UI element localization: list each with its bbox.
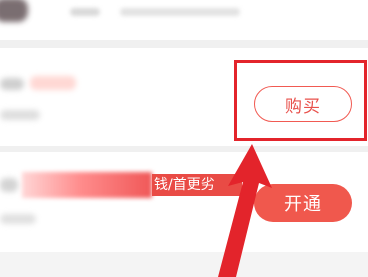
promo-tag: 钱/首更劣: [152, 174, 242, 196]
bottom-spacer: [0, 252, 368, 277]
blurred-text: [0, 214, 36, 224]
blurred-text: [120, 8, 240, 16]
blurred-text: [0, 78, 24, 90]
blurred-badge: [30, 76, 76, 90]
page: 购买 钱/首更劣 开通: [0, 0, 368, 277]
highlight-box: [234, 60, 367, 141]
blurred-text: [70, 8, 100, 16]
divider: [0, 40, 368, 48]
blurred-text: [0, 110, 40, 120]
blurred-text: [0, 178, 18, 192]
promo-banner: [22, 172, 152, 198]
top-user-strip: [0, 0, 368, 40]
open-membership-button[interactable]: 开通: [254, 184, 352, 222]
avatar: [0, 0, 28, 22]
